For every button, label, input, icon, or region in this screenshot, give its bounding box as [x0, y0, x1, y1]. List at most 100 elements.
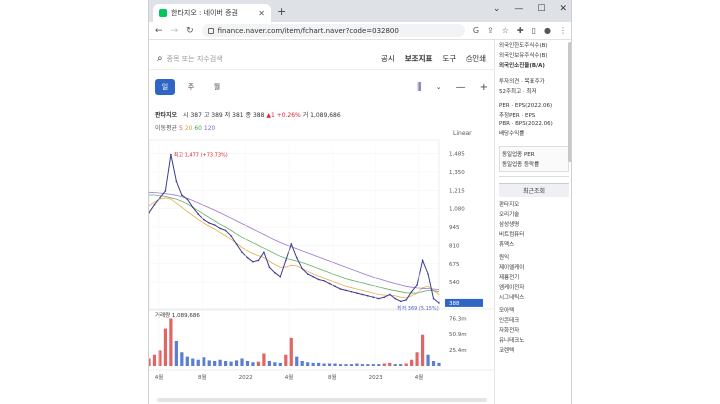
- profile-avatar-icon[interactable]: ●: [544, 26, 551, 35]
- zoom-out-icon[interactable]: —: [456, 82, 466, 93]
- recent-stock-link[interactable]: 엠케이전자: [495, 282, 571, 292]
- close-window-icon[interactable]: ✕: [559, 4, 567, 14]
- maximize-icon[interactable]: ☐: [537, 4, 545, 14]
- recent-stock-link[interactable]: 시그네틱스: [495, 292, 571, 302]
- recent-stock-link[interactable]: 코렌텍: [495, 345, 571, 355]
- recent-stock-link[interactable]: 유니테크노: [495, 335, 571, 345]
- new-tab-icon[interactable]: +: [277, 5, 286, 18]
- price-point: [323, 280, 325, 282]
- recent-stock-link[interactable]: 자화전자: [495, 325, 571, 335]
- back-icon[interactable]: ←: [155, 26, 163, 36]
- price-point: [263, 251, 265, 254]
- foreign-ownership-item: 외국인보유주식수(B): [499, 53, 548, 59]
- reload-icon[interactable]: ↻: [186, 26, 194, 36]
- menu-print[interactable]: ⎙인쇄: [466, 53, 486, 64]
- url-field[interactable]: finance.naver.com/item/fchart.naver?code…: [201, 24, 465, 37]
- minimize-icon[interactable]: —: [514, 4, 523, 14]
- volume-bar: [300, 361, 304, 366]
- price-point: [312, 275, 314, 278]
- menu-tools[interactable]: 도구: [442, 53, 456, 64]
- tab-bar: 한타지오 : 네이버 증권 ✕ + ⌄ — ☐ ✕: [149, 0, 571, 22]
- ma-120[interactable]: 120: [204, 125, 215, 132]
- google-icon[interactable]: G: [473, 26, 479, 35]
- volume-bar: [191, 358, 195, 366]
- recent-stock-link[interactable]: 휴맥스: [495, 239, 571, 249]
- stock-search-input[interactable]: 종목 또는 지수검색: [167, 54, 381, 64]
- industry-box: 동일업종 PER 동일업종 등락률: [499, 146, 569, 172]
- price-point: [301, 267, 304, 270]
- ma-5[interactable]: 5: [179, 125, 183, 132]
- close-tab-icon[interactable]: ✕: [258, 9, 265, 18]
- ma-60[interactable]: 60: [194, 125, 202, 132]
- close-value: 388: [252, 112, 265, 119]
- high-value: 389: [211, 112, 223, 119]
- candlestick-icon[interactable]: ⫼: [417, 82, 422, 93]
- zoom-in-icon[interactable]: +: [480, 82, 488, 93]
- valuation-item: PBR · BPS(2022.06): [499, 121, 553, 127]
- volume-bar: [355, 363, 359, 366]
- period-week-button[interactable]: 주: [181, 79, 201, 95]
- chevron-down-icon[interactable]: ⌄: [436, 83, 442, 91]
- price-point: [378, 297, 380, 300]
- valuation-item: PER · EPS(2022.06): [499, 103, 553, 109]
- valuation-item: 배당수익률: [499, 131, 525, 137]
- price-point: [339, 288, 342, 290]
- low-label: 저: [224, 112, 231, 119]
- price-tick-label: 945: [449, 225, 460, 231]
- price-chart[interactable]: 1,485 1,350 1,215 1,080 945 810 675 540 최고 1,477…: [149, 138, 494, 396]
- sidepanel-icon[interactable]: ▯: [532, 26, 536, 35]
- price-point: [186, 198, 189, 200]
- page-content: ⌕ 종목 또는 지수검색 공시 보조지표 도구 ⎙인쇄 일 주 월 ⫼ ⌄ — …: [149, 40, 571, 404]
- tab-title: 한타지오 : 네이버 증권: [171, 9, 238, 17]
- share-icon[interactable]: ⇪: [487, 26, 494, 35]
- scale-mode-selector[interactable]: Linear: [453, 130, 472, 137]
- recent-stock-link[interactable]: 오리기술: [495, 209, 571, 219]
- volume-bar: [174, 341, 178, 366]
- bookmark-star-icon[interactable]: ☆: [502, 26, 509, 35]
- lock-icon: [207, 27, 214, 34]
- volume-bar: [180, 352, 184, 366]
- period-month-button[interactable]: 월: [207, 79, 227, 95]
- recent-stock-link[interactable]: 삼성생명: [495, 219, 571, 229]
- recent-stock-link[interactable]: 제룡전기: [495, 272, 571, 282]
- low-annotation: 최저 369 (5.15%): [397, 305, 439, 312]
- price-point: [191, 206, 194, 209]
- recent-stock-link[interactable]: 원익: [495, 252, 571, 262]
- recent-stock-link[interactable]: 인콘테크: [495, 315, 571, 325]
- quote-summary: 판타지오 시 387 고 389 저 381 종 388 ▲1 +0.26% 거…: [155, 110, 341, 119]
- price-point: [274, 271, 276, 274]
- tab-search-icon[interactable]: ⌄: [493, 4, 501, 14]
- volume-bar: [344, 364, 348, 366]
- forward-icon[interactable]: →: [171, 26, 179, 36]
- volume-bar: [256, 361, 261, 366]
- price-point: [257, 259, 260, 262]
- panel-scrollbar[interactable]: [568, 42, 571, 162]
- volume-bar: [284, 354, 288, 366]
- price-point: [219, 227, 221, 230]
- recent-stock-link[interactable]: 제이엘케이: [495, 262, 571, 272]
- recent-stock-link[interactable]: 판타지오: [495, 199, 571, 209]
- volume-bar: [169, 318, 173, 366]
- close-label: 종: [245, 112, 252, 119]
- search-icon[interactable]: ⌕: [157, 53, 163, 64]
- investment-opinion-item: 52주최고 · 최저: [499, 89, 537, 95]
- period-day-button[interactable]: 일: [155, 79, 175, 95]
- menu-indicators[interactable]: 보조지표: [405, 53, 433, 64]
- volume-bar: [229, 361, 233, 366]
- price-point: [405, 299, 407, 301]
- volume-bar: [338, 364, 343, 366]
- volume-bar: [278, 362, 282, 366]
- volume-bar: [289, 337, 293, 366]
- menu-disclosure[interactable]: 공시: [381, 53, 395, 64]
- recent-stock-link[interactable]: 비트컴퓨터: [495, 229, 571, 239]
- recent-stock-link[interactable]: 모아텍: [495, 305, 571, 315]
- volume-bar: [393, 364, 397, 366]
- browser-tab[interactable]: 한타지오 : 네이버 증권 ✕: [153, 4, 271, 22]
- price-point: [356, 292, 358, 294]
- kebab-menu-icon[interactable]: ⋮: [559, 26, 567, 35]
- chart-menu: 공시 보조지표 도구 ⎙인쇄: [381, 53, 486, 64]
- chart-horizontal-scrollbar[interactable]: [157, 398, 487, 402]
- volume-bar: [196, 359, 200, 366]
- extensions-icon[interactable]: ✚: [517, 26, 524, 35]
- ma-20[interactable]: 20: [185, 125, 193, 132]
